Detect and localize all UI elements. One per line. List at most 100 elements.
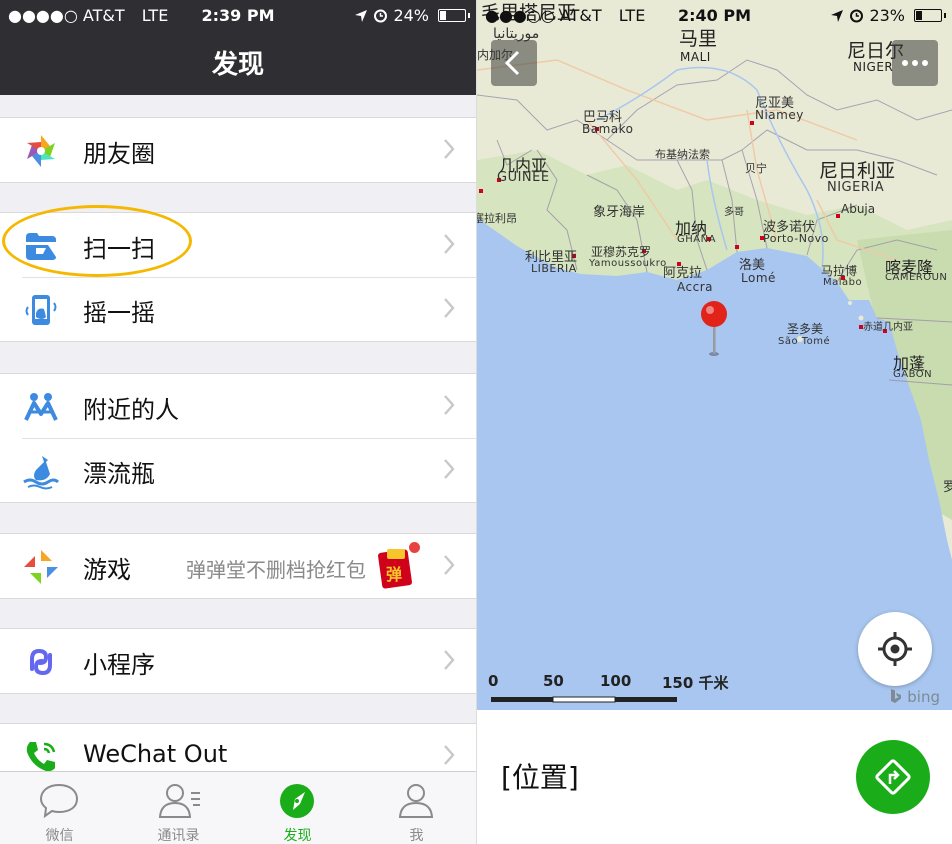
chevron-right-icon <box>444 555 455 575</box>
map-label: GABON <box>893 369 933 380</box>
list-item-games[interactable]: 游戏 弹弹堂不删档抢红包 弹 <box>0 534 476 598</box>
battery-percent: 23% <box>869 6 905 25</box>
bing-icon <box>890 689 901 703</box>
chevron-right-icon <box>444 234 455 254</box>
page-title: 发现 <box>211 50 264 80</box>
scale-label: 100 <box>600 672 632 690</box>
chevron-right-icon <box>444 459 455 479</box>
map-label: GHANA <box>677 234 716 245</box>
drift-bottle-icon <box>23 456 60 490</box>
group-nearby-bottle: 附近的人 漂流瓶 <box>0 373 476 503</box>
map-label: 尼日利亚 <box>819 160 896 182</box>
shake-icon <box>25 295 57 325</box>
battery-icon <box>438 9 470 22</box>
location-arrow-icon <box>831 9 844 22</box>
battery-icon <box>914 9 946 22</box>
map-label: 赤道几内亚 <box>863 322 913 333</box>
map-label: NIGER <box>853 60 894 74</box>
map-label: NIGERIA <box>827 180 885 195</box>
item-label: 朋友圈 <box>83 140 155 168</box>
back-button[interactable] <box>491 40 537 86</box>
map-label: Porto-Novo <box>763 232 829 245</box>
contacts-icon <box>158 784 200 818</box>
list-item-shake[interactable]: 摇一摇 <box>0 277 476 341</box>
list-item-moments[interactable]: 朋友圈 <box>0 118 476 182</box>
red-envelope-text: 弹 <box>386 565 403 584</box>
tab-label: 我 <box>409 828 424 844</box>
my-location-button[interactable] <box>858 612 932 686</box>
chevron-right-icon <box>444 745 455 765</box>
map-label: Niamey <box>755 108 804 122</box>
item-label: 摇一摇 <box>83 299 155 327</box>
chevron-right-icon <box>444 298 455 318</box>
map-label: Bamako <box>582 122 634 136</box>
map-label: 多哥 <box>724 207 744 218</box>
directions-icon <box>875 759 911 795</box>
status-bar: ●●●○○ AT&T LTE 2:40 PM 23% <box>477 0 952 32</box>
map-label: Yamoussoukro <box>589 258 667 269</box>
map-label: 塞拉利昂 <box>477 212 517 225</box>
map-label: 贝宁 <box>745 162 767 175</box>
map-label: GUINÉE <box>497 170 550 185</box>
list-item-people-nearby[interactable]: 附近的人 <box>0 374 476 438</box>
games-icon <box>24 550 58 584</box>
tab-discover[interactable]: 发现 <box>238 772 357 844</box>
map-label: 阿克拉 <box>663 266 703 281</box>
group-games: 游戏 弹弹堂不删档抢红包 弹 <box>0 533 476 599</box>
moments-icon <box>27 135 55 167</box>
nav-bar: 发现 <box>0 32 476 95</box>
location-map-screen: 毛里塔尼亚 موريتانيا 马里 MALI 尼日尔 NIGER 内加尔 巴马… <box>477 0 952 844</box>
scale-label: 50 <box>543 672 564 690</box>
location-address: [位置] <box>501 761 579 794</box>
battery-percent: 24% <box>393 6 429 25</box>
scale-label: 0 <box>488 672 499 690</box>
group-moments: 朋友圈 <box>0 117 476 183</box>
bing-logo: bing <box>889 688 940 706</box>
map-label: Malabo <box>823 277 863 288</box>
list-item-drift-bottle[interactable]: 漂流瓶 <box>0 438 476 502</box>
attribution-text: bing <box>907 688 940 706</box>
location-arrow-icon <box>355 9 368 22</box>
tab-label: 通讯录 <box>157 828 200 844</box>
chat-bubble-icon <box>39 783 79 819</box>
item-label: 漂流瓶 <box>83 460 155 488</box>
tab-me[interactable]: 我 <box>357 772 476 844</box>
mini-program-icon <box>30 648 52 676</box>
map-label: LIBERIA <box>531 262 577 275</box>
list-item-mini-program[interactable]: 小程序 <box>0 629 476 693</box>
map-view[interactable]: 毛里塔尼亚 موريتانيا 马里 MALI 尼日尔 NIGER 内加尔 巴马… <box>477 0 952 710</box>
notification-dot <box>409 542 420 553</box>
tab-chats[interactable]: 微信 <box>0 772 119 844</box>
item-label: 小程序 <box>83 651 155 679</box>
map-scale: 0 50 100 150 千米 <box>488 672 731 709</box>
more-button[interactable] <box>892 40 938 86</box>
status-bar: ●●●●○ AT&T LTE 2:39 PM 24% <box>0 0 476 32</box>
scale-label: 150 千米 <box>662 674 729 692</box>
map-label: 布基纳法索 <box>655 148 710 161</box>
item-label: WeChat Out <box>83 740 228 768</box>
tab-label: 微信 <box>45 828 74 844</box>
compass-icon <box>280 784 314 818</box>
wechat-discover-screen: ●●●●○ AT&T LTE 2:39 PM 24% 发现 朋友圈 扫一扫 摇一… <box>0 0 476 844</box>
map-label: Accra <box>677 280 713 294</box>
alarm-icon <box>850 9 864 23</box>
map-label: CAMEROUN <box>885 272 948 283</box>
chevron-right-icon <box>444 139 455 159</box>
highlight-annotation <box>2 205 192 277</box>
chevron-right-icon <box>444 395 455 415</box>
item-label: 游戏 <box>83 556 131 584</box>
people-nearby-icon <box>24 393 58 421</box>
scale-bar <box>491 696 677 703</box>
tab-contacts[interactable]: 通讯录 <box>119 772 238 844</box>
group-mini-program: 小程序 <box>0 628 476 694</box>
map-label: 圣多美 <box>787 322 824 336</box>
alarm-icon <box>374 9 388 23</box>
more-dots-icon <box>902 60 928 66</box>
me-icon <box>398 784 434 818</box>
navigate-button[interactable] <box>856 740 930 814</box>
map-label: Lomé <box>741 271 776 285</box>
game-promo-text: 弹弹堂不删档抢红包 <box>186 558 366 582</box>
chevron-right-icon <box>444 650 455 670</box>
tab-label: 发现 <box>283 828 312 844</box>
crosshair-icon <box>878 632 912 666</box>
